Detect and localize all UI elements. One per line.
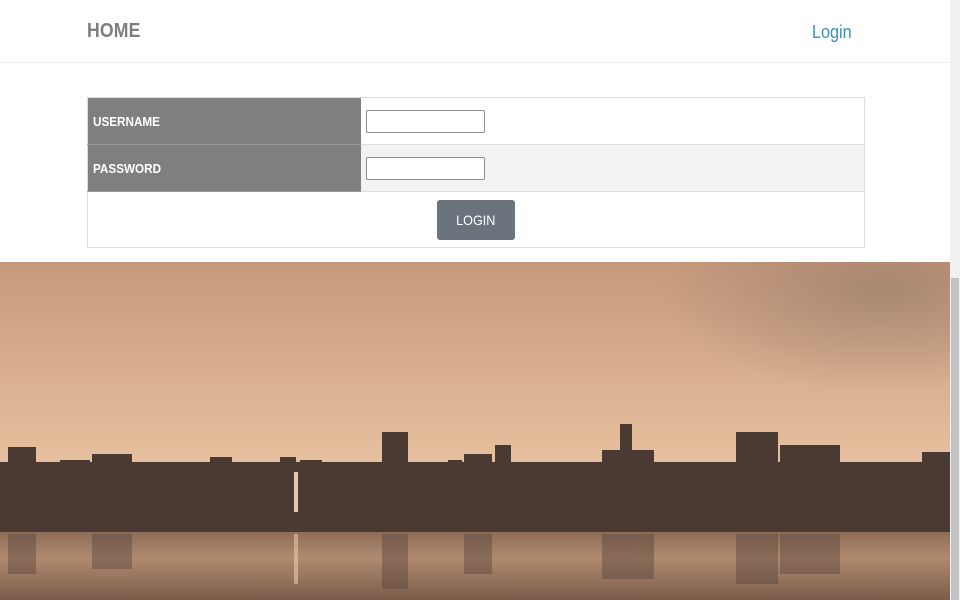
password-label-cell: PASSWORD [87, 144, 361, 192]
brand-home-link[interactable]: HOME [87, 20, 141, 43]
login-button-label: LOGIN [456, 211, 496, 228]
top-navbar: HOME Login [0, 0, 950, 63]
login-button[interactable]: LOGIN [437, 199, 515, 240]
skyline-graphic [0, 262, 950, 600]
nav-login-link[interactable]: Login [812, 22, 852, 43]
username-label-cell: USERNAME [87, 97, 361, 145]
password-input[interactable] [366, 156, 485, 180]
username-label: USERNAME [93, 113, 160, 129]
username-input-cell [361, 97, 865, 145]
scrollbar-thumb[interactable] [951, 278, 959, 600]
submit-row: LOGIN [87, 191, 865, 248]
username-input[interactable] [366, 109, 485, 133]
username-row: USERNAME [87, 97, 865, 145]
password-input-cell [361, 144, 865, 192]
password-label: PASSWORD [93, 160, 162, 176]
password-row: PASSWORD [87, 144, 865, 192]
login-form-table: USERNAME PASSWORD LOGIN [87, 97, 865, 248]
submit-cell: LOGIN [87, 191, 865, 248]
vertical-scrollbar[interactable] [950, 0, 960, 600]
city-skyline-image [0, 262, 950, 600]
